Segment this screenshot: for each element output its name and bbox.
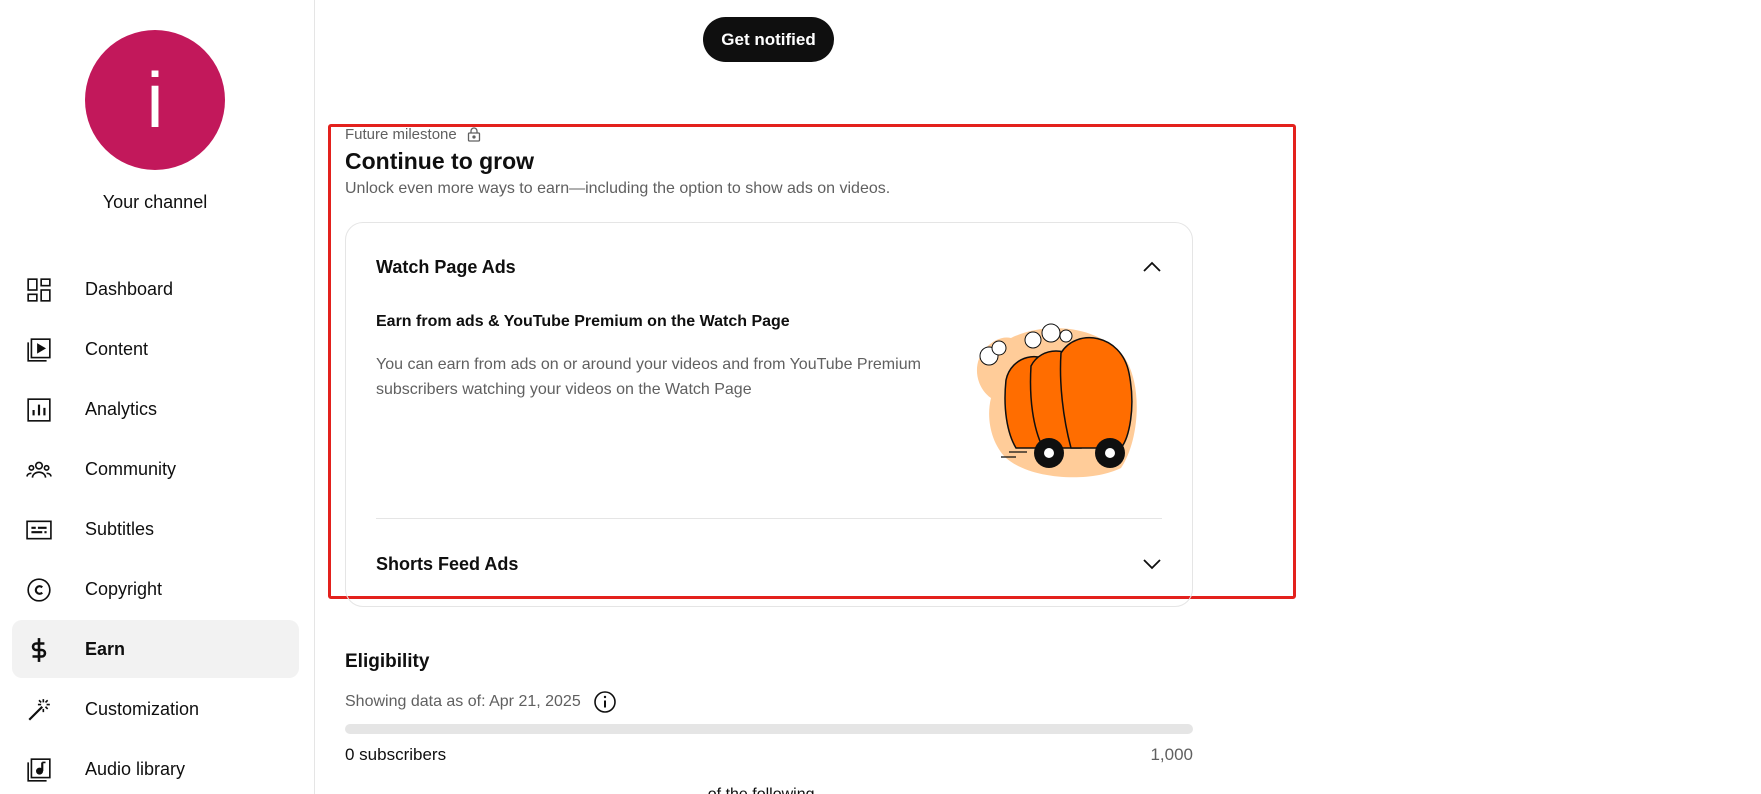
subscriber-goal: 1,000 (1150, 745, 1193, 764)
section-title: Continue to grow (345, 148, 535, 174)
lock-icon (467, 127, 480, 142)
sidebar-item-label: Subtitles (85, 518, 155, 539)
eligibility-date-row: Showing data as of: Apr 21, 2025 (345, 690, 617, 714)
subscriber-progress-bar (345, 724, 1193, 734)
sidebar-item-community[interactable]: Community (12, 440, 299, 498)
eligibility-date: Showing data as of: Apr 21, 2025 (345, 693, 581, 710)
sidebar-item-label: Audio library (85, 758, 186, 779)
orange-car-illustration (976, 323, 1137, 478)
milestone-label: Future milestone (345, 126, 457, 143)
channel-label[interactable]: Your channel (0, 192, 310, 213)
sidebar-item-analytics[interactable]: Analytics (12, 380, 299, 438)
sidebar-item-audio-library[interactable]: Audio library (12, 740, 299, 794)
sidebar: i Your channel Dashboard Content Analyti… (0, 0, 315, 794)
copyright-icon (27, 578, 51, 602)
sidebar-item-subtitles[interactable]: Subtitles (12, 500, 299, 558)
section-subtitle: Unlock even more ways to earn—including … (345, 180, 891, 197)
sidebar-item-dashboard[interactable]: Dashboard (12, 260, 299, 318)
avatar-letter: i (146, 55, 164, 144)
milestone-label-row: Future milestone (345, 126, 481, 143)
info-icon[interactable] (593, 690, 617, 714)
sidebar-item-customization[interactable]: Customization (12, 680, 299, 738)
sidebar-item-label: Earn (85, 638, 126, 659)
community-icon (26, 461, 52, 478)
chevron-down-icon[interactable] (1142, 558, 1162, 570)
watch-page-ads-heading: Earn from ads & YouTube Premium on the W… (376, 313, 790, 330)
dashboard-icon (27, 278, 51, 302)
audio-library-icon (27, 758, 51, 782)
sidebar-item-label: Analytics (85, 398, 158, 419)
avatar[interactable]: i (85, 30, 225, 170)
sidebar-nav: Dashboard Content Analytics Community Su… (12, 260, 299, 794)
get-notified-button[interactable]: Get notified (703, 17, 834, 62)
dollar-icon (31, 638, 47, 662)
accordion-divider (376, 518, 1162, 519)
sidebar-item-label: Content (85, 338, 149, 359)
ads-accordion-card: Watch Page Ads Earn from ads & YouTube P… (345, 222, 1193, 607)
shorts-feed-ads-header[interactable]: Shorts Feed Ads (376, 549, 1162, 579)
cutoff-text: ... of the following (690, 786, 815, 794)
shorts-feed-ads-title: Shorts Feed Ads (376, 553, 519, 574)
sidebar-item-label: Copyright (85, 578, 163, 599)
sidebar-item-copyright[interactable]: Copyright (12, 560, 299, 618)
subscriber-count: 0 subscribers (345, 745, 447, 764)
sidebar-item-label: Customization (85, 698, 200, 719)
eligibility-title: Eligibility (345, 651, 430, 672)
magic-wand-icon (28, 699, 50, 721)
sidebar-item-content[interactable]: Content (12, 320, 299, 378)
watch-page-ads-title: Watch Page Ads (376, 256, 516, 277)
sidebar-item-earn[interactable]: Earn (12, 620, 299, 678)
watch-page-ads-description: You can earn from ads on or around your … (376, 356, 921, 398)
watch-page-ads-header[interactable]: Watch Page Ads (376, 252, 1162, 282)
sidebar-item-label: Dashboard (85, 278, 174, 299)
content-icon (27, 338, 51, 362)
chevron-up-icon[interactable] (1142, 261, 1162, 273)
subtitles-icon (26, 520, 52, 540)
sidebar-item-label: Community (85, 458, 177, 479)
analytics-icon (27, 398, 51, 422)
